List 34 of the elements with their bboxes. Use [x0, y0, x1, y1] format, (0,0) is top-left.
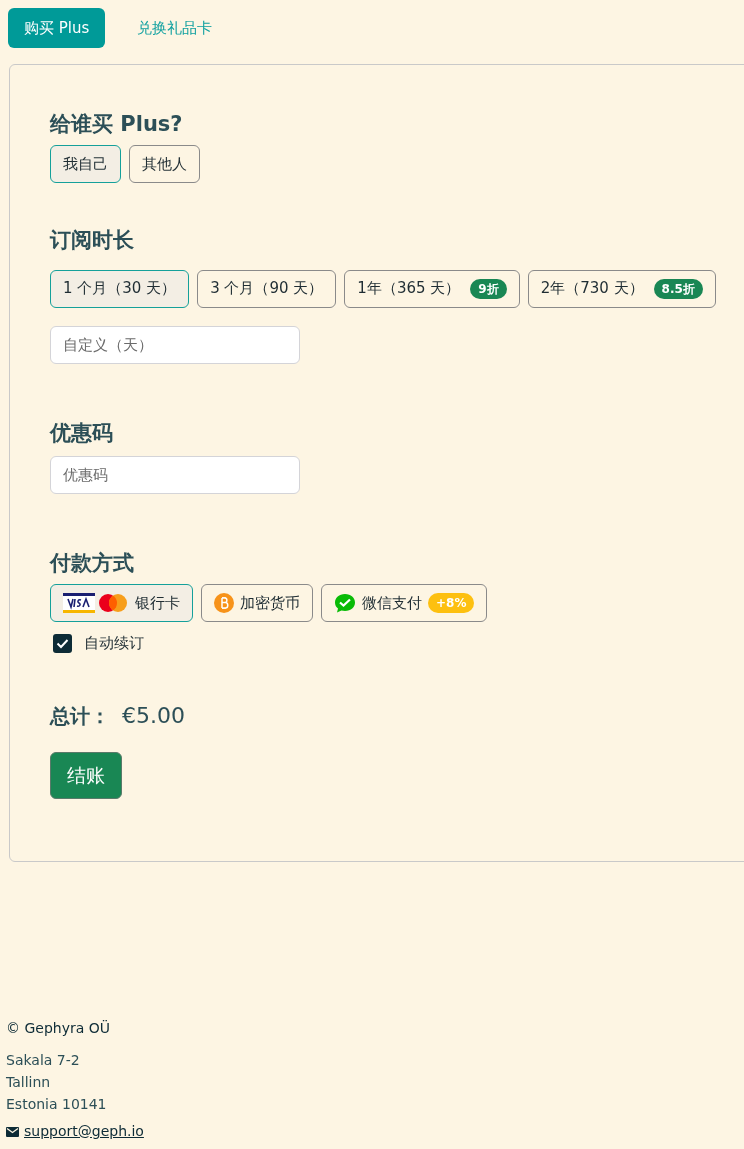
option-button[interactable]: 1年（365 天） 9折 — [344, 269, 520, 308]
checkmark-icon — [56, 637, 69, 649]
section-heading: 订阅时长 — [50, 227, 135, 254]
address-line: Estonia 10141 — [6, 1095, 108, 1114]
option-button[interactable]: 微信支付 +8% — [321, 584, 488, 622]
mail-icon — [6, 1126, 19, 1137]
circles-logo-icon — [97, 593, 129, 613]
address-line: Tallinn — [6, 1073, 52, 1092]
option-button[interactable]: 银行卡 — [50, 584, 193, 622]
address-line: Sakala 7-2 — [6, 1051, 81, 1070]
checkout-button[interactable]: 结账 — [50, 751, 122, 799]
auto-renew-label: 自动续订 — [84, 633, 144, 654]
company-name: © Gephyra OÜ — [6, 1019, 111, 1038]
coin-icon — [214, 593, 234, 613]
option-button[interactable]: 2年（730 天） 8.5折 — [527, 269, 716, 308]
auto-renew-checkbox[interactable] — [53, 633, 72, 653]
check-bubble-icon — [334, 593, 356, 613]
total-amount: €5.00 — [122, 701, 185, 730]
promo-code-field[interactable]: 优惠码 — [50, 455, 300, 494]
section-heading: 付款方式 — [50, 549, 135, 576]
discount-badge: 8.5折 — [653, 278, 703, 299]
option-button[interactable]: 我自己 — [50, 145, 121, 184]
section-heading: 优惠码 — [50, 419, 114, 446]
surcharge-badge: +8% — [428, 593, 475, 613]
total-label: 总计： — [50, 702, 110, 730]
card-logo-icon — [63, 593, 95, 613]
option-button[interactable]: 3 个月（90 天） — [197, 269, 337, 308]
option-button[interactable]: 1 个月（30 天） — [50, 269, 190, 308]
option-button[interactable]: 加密货币 — [201, 584, 313, 622]
discount-badge: 9折 — [470, 278, 507, 299]
custom-days-field[interactable]: 自定义（天） — [50, 325, 300, 364]
email-link[interactable]: support@geph.io — [24, 1121, 144, 1142]
section-heading: 给谁买 Plus? — [50, 111, 184, 138]
option-button[interactable]: 其他人 — [129, 145, 200, 184]
